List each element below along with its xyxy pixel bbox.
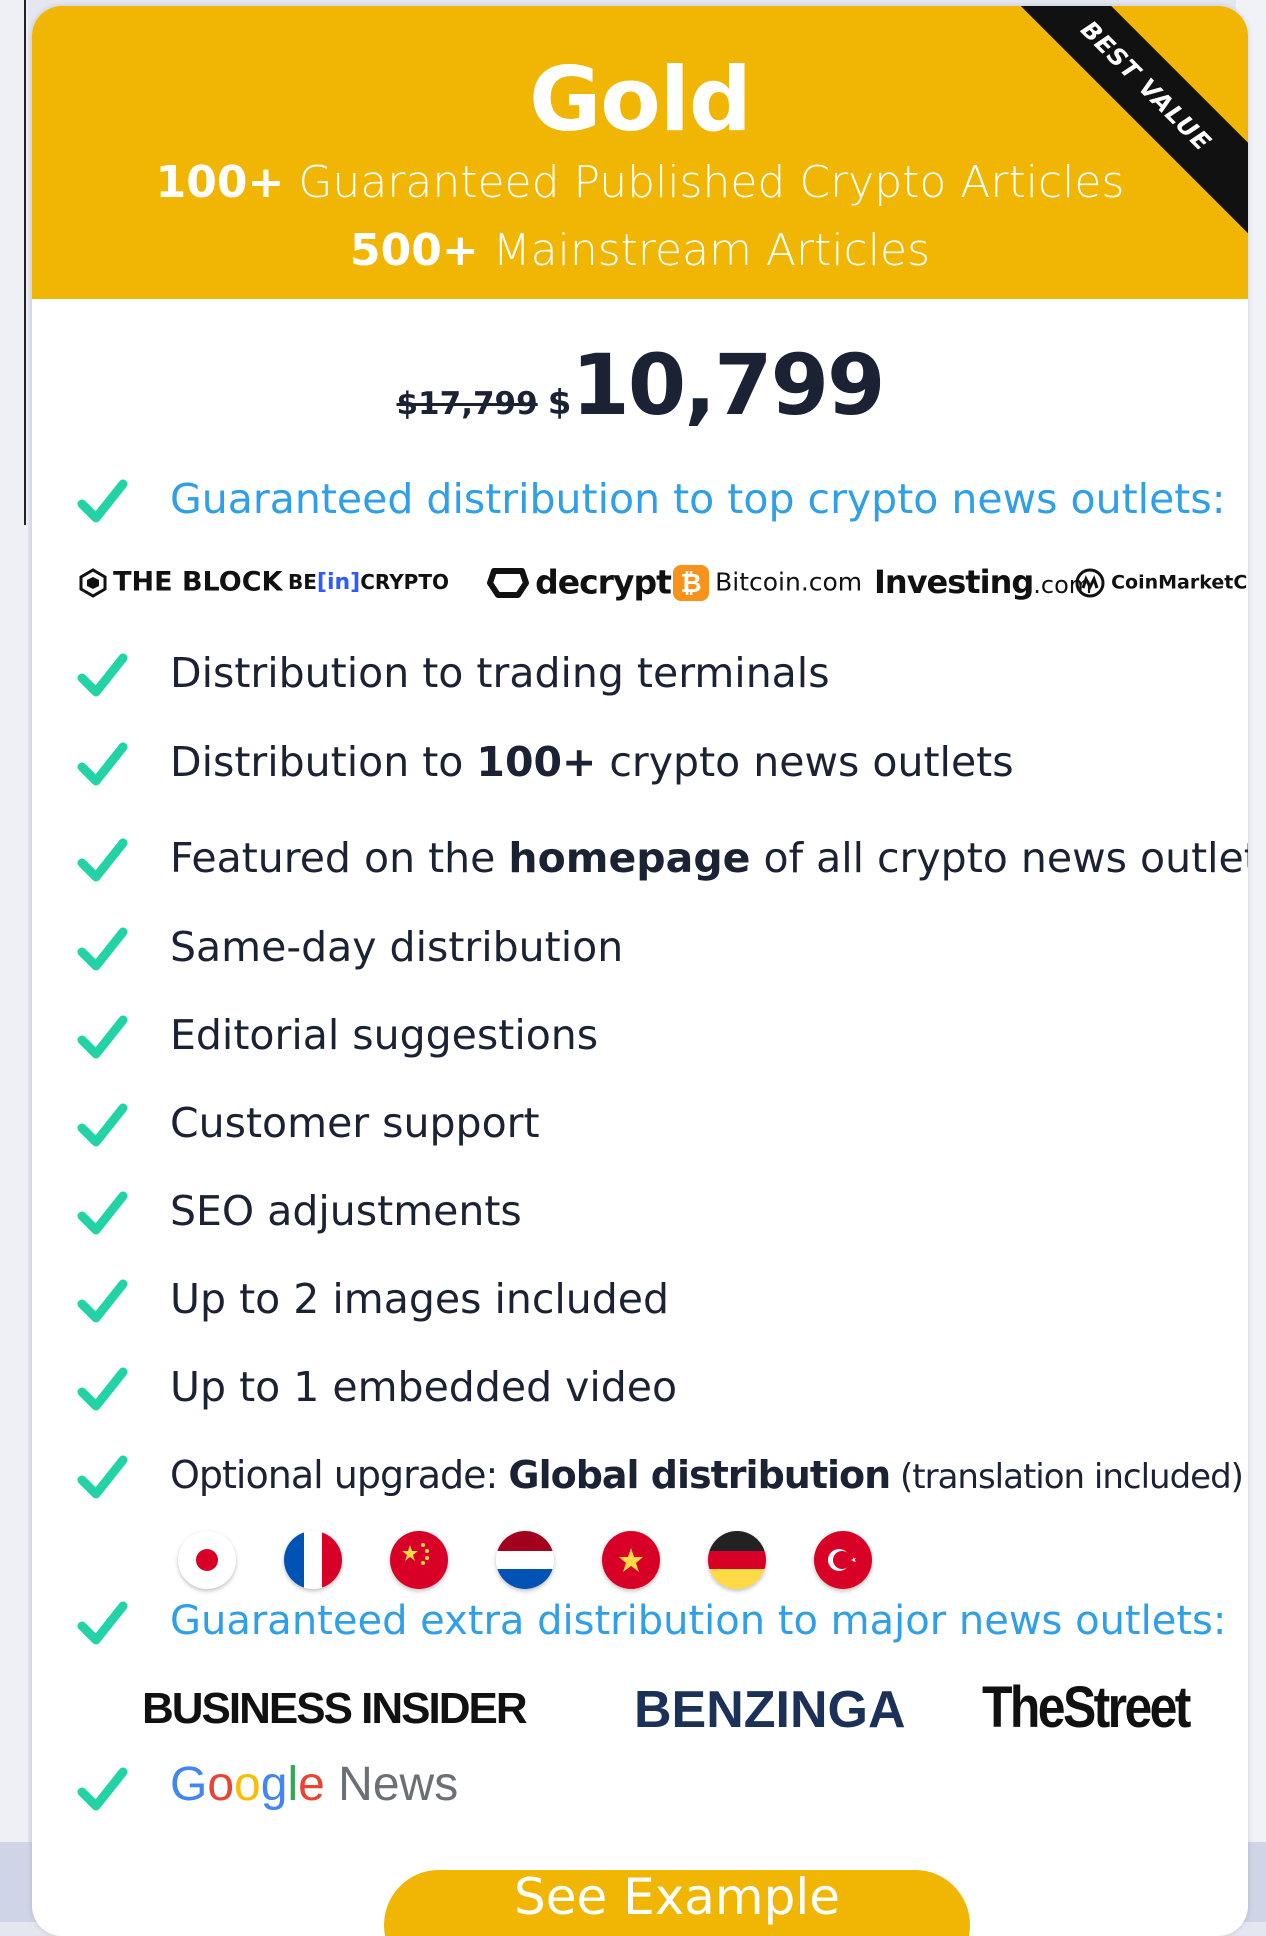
decrypt-logo: decrypt [486, 554, 672, 610]
coinmarketcap-logo: CoinMarketCap [1074, 554, 1248, 610]
feature-trading-terminals: Distribution to trading terminals [76, 644, 1246, 704]
feature-editorial: Editorial suggestions [76, 1006, 1246, 1066]
check-icon [77, 653, 128, 697]
flag-netherlands-icon [496, 1531, 554, 1589]
feature-customer-support: Customer support [76, 1094, 1246, 1154]
feature-same-day: Same-day distribution [76, 918, 1246, 978]
check-icon [77, 1601, 128, 1645]
flag-germany-icon [708, 1531, 766, 1589]
flag-turkey-icon [814, 1531, 872, 1589]
decrypt-icon [487, 567, 529, 598]
feature-text: SEO adjustments [170, 1187, 522, 1235]
see-example-button[interactable]: See Example [384, 1868, 970, 1936]
language-flags [144, 1531, 884, 1595]
check-icon [77, 1279, 128, 1323]
feature-homepage: Featured on the homepage of all crypto n… [76, 829, 1248, 889]
flag-china-icon [390, 1531, 448, 1589]
feature-100-outlets: Distribution to 100+ crypto news outlets [76, 733, 1246, 793]
feature-text: Optional upgrade: Global distribution (t… [170, 1453, 1244, 1497]
current-price: 10,799 [571, 336, 885, 434]
ribbon-label: BEST VALUE [989, 6, 1248, 243]
feature-text: Customer support [170, 1099, 540, 1147]
thestreet-logo: TheStreet [982, 1675, 1191, 1740]
bitcoin-icon: ₿ [673, 564, 709, 601]
feature-google-news: Google News [76, 1758, 1246, 1818]
flag-france-icon [284, 1531, 342, 1589]
bitcoin-com-logo: ₿ Bitcoin.com [672, 554, 862, 610]
benzinga-logo: BENZINGA [634, 1681, 906, 1739]
old-price: $17,799 [396, 386, 538, 422]
check-icon [77, 742, 128, 786]
the-block-logo: THE BLOCK [78, 554, 282, 610]
check-icon [77, 1367, 128, 1411]
check-icon [77, 1767, 128, 1811]
svg-text:₿: ₿ [680, 569, 701, 599]
card-header: Gold 100+ Guaranteed Published Crypto Ar… [32, 6, 1248, 299]
feature-text: Featured on the homepage of all crypto n… [170, 834, 1248, 882]
feature-major-outlets: Guaranteed extra distribution to major n… [76, 1592, 1246, 1652]
the-block-icon [79, 567, 107, 598]
flag-vietnam-icon [602, 1531, 660, 1589]
feature-video: Up to 1 embedded video [76, 1358, 1246, 1418]
price-row: $17,799 $10,799 [32, 336, 1248, 434]
feature-text: Guaranteed distribution to top crypto ne… [170, 475, 1226, 523]
coinmarketcap-icon [1075, 568, 1105, 597]
check-icon [77, 927, 128, 971]
feature-seo: SEO adjustments [76, 1182, 1246, 1242]
feature-text: Editorial suggestions [170, 1011, 599, 1059]
feature-top-crypto-outlets: Guaranteed distribution to top crypto ne… [76, 470, 1246, 530]
background-left-panel [0, 0, 28, 1922]
feature-text: Guaranteed extra distribution to major n… [170, 1598, 1227, 1644]
feature-text: Distribution to trading terminals [170, 649, 830, 697]
feature-text: Distribution to 100+ crypto news outlets [170, 738, 1014, 786]
investing-com-logo: Investing.com [874, 563, 1093, 601]
pricing-card-gold: Gold 100+ Guaranteed Published Crypto Ar… [32, 6, 1248, 1936]
feature-text: Up to 2 images included [170, 1275, 670, 1323]
crypto-outlet-logos: THE BLOCK BE[in]CRYPTO decrypt ₿ Bitcoin… [48, 554, 1248, 610]
check-icon [77, 1103, 128, 1147]
feature-images: Up to 2 images included [76, 1270, 1246, 1330]
check-icon [77, 1015, 128, 1059]
business-insider-logo: BUSINESS INSIDER [142, 1684, 528, 1733]
check-icon [77, 1191, 128, 1235]
check-icon [77, 479, 128, 523]
check-icon [77, 1455, 128, 1499]
currency-symbol: $ [547, 383, 572, 423]
major-outlet-logos: BUSINESS INSIDER BENZINGA TheStreet [32, 1674, 1248, 1754]
best-value-ribbon: BEST VALUE [948, 6, 1248, 306]
flag-japan-icon [178, 1531, 236, 1589]
divider-line [24, 0, 26, 525]
feature-text: Up to 1 embedded video [170, 1363, 678, 1411]
feature-text: Same-day distribution [170, 923, 624, 971]
beincrypto-logo: BE[in]CRYPTO [288, 570, 449, 595]
google-news-logo: Google News [170, 1758, 459, 1811]
feature-global-distribution: Optional upgrade: Global distribution (t… [76, 1446, 1246, 1506]
check-icon [77, 838, 128, 882]
